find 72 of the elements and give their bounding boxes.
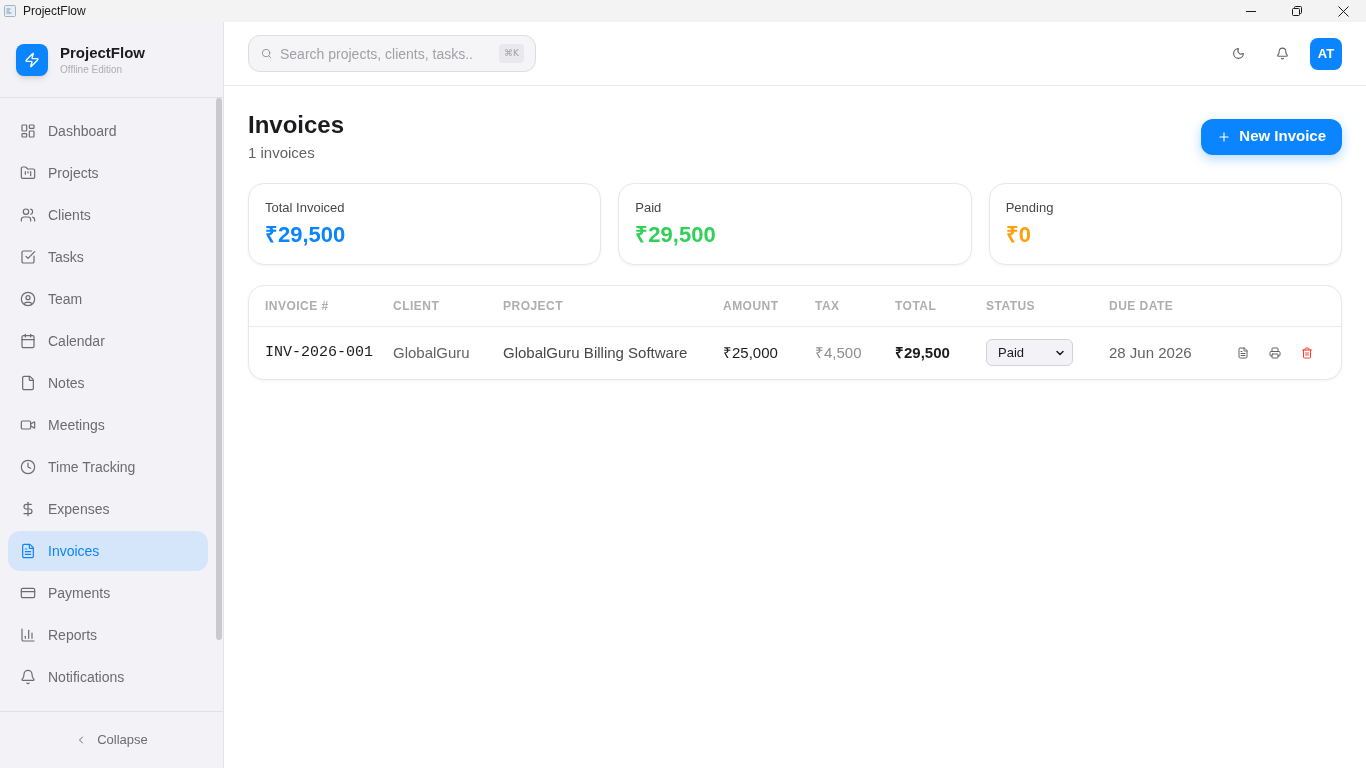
- app-icon: [4, 5, 16, 17]
- users-icon: [20, 207, 36, 223]
- bell-icon: [1275, 47, 1289, 60]
- invoice-count: 1 invoices: [248, 143, 316, 163]
- table-cell: INV-2026-001: [249, 326, 377, 379]
- video-camera-icon: [20, 417, 36, 433]
- nav-item[interactable]: Dashboard: [8, 111, 208, 151]
- nav-item[interactable]: Calendar: [8, 321, 208, 361]
- clock-icon: [20, 459, 36, 475]
- plus-icon: [1217, 129, 1232, 144]
- column-header: TAX: [799, 286, 879, 326]
- stat-value: ₹29,500: [635, 221, 716, 249]
- restore-icon: [1292, 6, 1302, 16]
- logo-icon: [16, 43, 48, 76]
- brand-subtitle: Offline Edition: [60, 63, 124, 76]
- dollar-icon: [20, 501, 36, 517]
- nav-item[interactable]: Tasks: [8, 237, 208, 277]
- document-icon: [1237, 346, 1249, 359]
- table-cell: 28 Jun 2026: [1093, 326, 1221, 379]
- folder-icon: [20, 165, 36, 181]
- table-cell: GlobalGuru: [377, 326, 487, 379]
- nav-item[interactable]: Notes: [8, 363, 208, 403]
- collapse-button[interactable]: Collapse: [75, 730, 148, 750]
- search-icon: [261, 48, 272, 59]
- column-header: TOTAL: [879, 286, 970, 326]
- column-header: INVOICE #: [249, 286, 377, 326]
- bar-chart-icon: [20, 627, 36, 643]
- table-cell: ₹25,000: [707, 326, 799, 379]
- nav-item[interactable]: Notifications: [8, 657, 208, 697]
- table-cell: ₹4,500: [799, 326, 879, 379]
- moon-icon: [1231, 47, 1245, 60]
- stat-label: Total Invoiced: [265, 199, 346, 217]
- column-header: CLIENT: [377, 286, 487, 326]
- document-icon: [20, 543, 36, 559]
- nav-item[interactable]: Team: [8, 279, 208, 319]
- nav-item[interactable]: Time Tracking: [8, 447, 208, 487]
- shortcut-hint: ⌘K: [499, 44, 524, 63]
- close-icon: [1337, 5, 1349, 17]
- nav-item[interactable]: Clients: [8, 195, 208, 235]
- nav-item[interactable]: Invoices: [8, 531, 208, 571]
- page-title: Invoices: [248, 110, 345, 140]
- table-cell: GlobalGuru Billing Software: [487, 326, 707, 379]
- column-header: PROJECT: [487, 286, 707, 326]
- calendar-icon: [20, 333, 36, 349]
- stat-label: Paid: [635, 199, 663, 217]
- dashboard-icon: [20, 123, 36, 139]
- status-select[interactable]: Paid: [986, 339, 1073, 367]
- stat-value: ₹29,500: [265, 221, 346, 249]
- nav-item[interactable]: Expenses: [8, 489, 208, 529]
- window-title: ProjectFlow: [23, 3, 86, 20]
- user-circle-icon: [20, 291, 36, 307]
- checkbox-icon: [20, 249, 36, 265]
- column-header: STATUS: [970, 286, 1093, 326]
- avatar-button[interactable]: AT: [1310, 37, 1342, 70]
- file-icon: [20, 375, 36, 391]
- brand-name: ProjectFlow: [60, 43, 145, 63]
- stat-value: ₹0: [1005, 221, 1031, 249]
- nav-item[interactable]: Reports: [8, 615, 208, 655]
- column-header: AMOUNT: [707, 286, 799, 326]
- trash-icon: [1301, 346, 1313, 359]
- printer-icon: [1269, 346, 1281, 359]
- column-header: DUE DATE: [1093, 286, 1221, 326]
- bell-icon: [20, 669, 36, 685]
- nav-item[interactable]: Meetings: [8, 405, 208, 445]
- table-cell: ₹29,500: [879, 326, 970, 379]
- stat-label: Pending: [1005, 199, 1055, 217]
- credit-card-icon: [20, 585, 36, 601]
- nav-item[interactable]: Payments: [8, 573, 208, 613]
- new-invoice-button[interactable]: New Invoice: [1201, 118, 1342, 155]
- nav-item[interactable]: Projects: [8, 153, 208, 193]
- minimize-icon: [1246, 10, 1256, 12]
- scrollbar-thumb[interactable]: [216, 98, 222, 640]
